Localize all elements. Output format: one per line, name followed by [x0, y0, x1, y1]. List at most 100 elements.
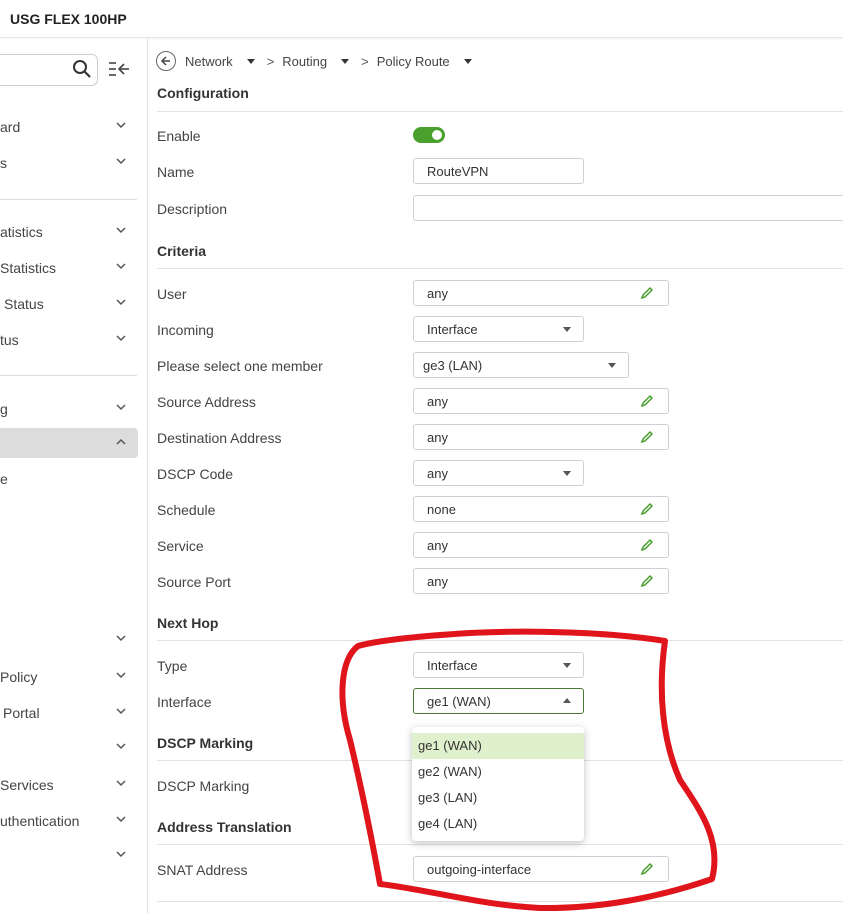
enable-label: Enable [157, 128, 201, 144]
source-address-field[interactable]: any [413, 388, 669, 414]
caret-down-icon[interactable] [463, 58, 472, 64]
divider [157, 268, 843, 269]
chevron-down-icon [116, 335, 126, 342]
divider [157, 640, 843, 641]
breadcrumb: Network > Routing > Policy Route [156, 49, 484, 73]
section-address-translation: Address Translation [157, 819, 292, 835]
sidebar-item-statistics-2[interactable]: Statistics [0, 253, 138, 283]
edit-pencil-icon[interactable] [640, 538, 654, 552]
chevron-down-icon [116, 743, 126, 750]
chevron-up-icon [116, 438, 126, 445]
divider [157, 901, 843, 902]
name-label: Name [157, 164, 195, 180]
dscp-marking-label: DSCP Marking [157, 778, 250, 794]
incoming-select[interactable]: Interface [413, 316, 584, 342]
breadcrumb-policy-route[interactable]: Policy Route [377, 54, 450, 69]
chevron-down-icon [116, 404, 126, 411]
section-next-hop: Next Hop [157, 615, 219, 631]
sidebar-item-dashboard[interactable]: ard [0, 112, 138, 142]
source-port-field[interactable]: any [413, 568, 669, 594]
top-bar: USG FLEX 100HP [0, 0, 843, 38]
chevron-down-icon [116, 780, 126, 787]
dscp-code-select[interactable]: any [413, 460, 584, 486]
edit-pencil-icon[interactable] [640, 430, 654, 444]
interface-select[interactable]: ge1 (WAN) [413, 688, 584, 714]
caret-down-icon [608, 363, 616, 368]
destination-address-label: Destination Address [157, 430, 282, 446]
edit-pencil-icon[interactable] [640, 574, 654, 588]
dscp-code-label: DSCP Code [157, 466, 234, 482]
caret-down-icon[interactable] [341, 58, 350, 64]
divider [157, 111, 843, 112]
user-field[interactable]: any [413, 280, 669, 306]
schedule-field[interactable]: none [413, 496, 669, 522]
sidebar-item-policy[interactable]: Policy [0, 662, 138, 692]
dropdown-option-ge3[interactable]: ge3 (LAN) [412, 785, 584, 811]
snat-address-field[interactable]: outgoing-interface [413, 856, 669, 882]
chevron-down-icon [116, 635, 126, 642]
section-dscp-marking: DSCP Marking [157, 735, 254, 751]
type-label: Type [157, 658, 188, 674]
sidebar-item-services[interactable]: Services [0, 770, 138, 800]
section-criteria: Criteria [157, 243, 207, 259]
sidebar-item-g[interactable]: g [0, 394, 138, 424]
sidebar-item-12[interactable] [0, 733, 138, 763]
member-label: Please select one member [157, 358, 323, 374]
app-title: USG FLEX 100HP [10, 11, 127, 27]
dropdown-option-ge2[interactable]: ge2 (WAN) [412, 759, 584, 785]
chevron-down-icon [116, 227, 126, 234]
caret-down-icon [563, 663, 571, 668]
description-field[interactable] [413, 195, 843, 221]
sidebar-item-authentication[interactable]: uthentication [0, 806, 138, 836]
edit-pencil-icon[interactable] [640, 862, 654, 876]
sidebar-subitem-e[interactable]: e [0, 464, 138, 494]
caret-down-icon[interactable] [246, 58, 255, 64]
schedule-label: Schedule [157, 502, 216, 518]
enable-toggle[interactable] [413, 127, 445, 143]
chevron-down-icon [116, 158, 126, 165]
description-label: Description [157, 201, 228, 217]
type-select[interactable]: Interface [413, 652, 584, 678]
chevron-down-icon [116, 708, 126, 715]
interface-label: Interface [157, 694, 212, 710]
sidebar-item-15[interactable] [0, 841, 138, 871]
sidebar-item-status[interactable]: Status [0, 289, 138, 319]
collapse-sidebar-icon[interactable] [108, 61, 130, 77]
name-field[interactable]: RouteVPN [413, 158, 584, 184]
sidebar-item-tus[interactable]: tus [0, 325, 138, 355]
sidebar-item-s[interactable]: s [0, 148, 138, 178]
chevron-down-icon [116, 851, 126, 858]
user-label: User [157, 286, 187, 302]
caret-down-icon [563, 471, 571, 476]
member-select[interactable]: ge3 (LAN) [413, 352, 629, 378]
edit-pencil-icon[interactable] [640, 286, 654, 300]
section-configuration: Configuration [157, 85, 249, 101]
breadcrumb-network[interactable]: Network [185, 54, 233, 69]
service-field[interactable]: any [413, 532, 669, 558]
chevron-down-icon [116, 672, 126, 679]
chevron-down-icon [116, 816, 126, 823]
incoming-label: Incoming [157, 322, 214, 338]
chevron-down-icon [116, 263, 126, 270]
chevron-down-icon [116, 122, 126, 129]
edit-pencil-icon[interactable] [640, 394, 654, 408]
caret-down-icon [563, 327, 571, 332]
search-icon[interactable] [72, 59, 92, 79]
sidebar-divider [0, 199, 137, 200]
service-label: Service [157, 538, 204, 554]
breadcrumb-separator: > [361, 53, 369, 69]
sidebar-item-active[interactable] [0, 428, 138, 458]
interface-dropdown-menu: ge1 (WAN) ge2 (WAN) ge3 (LAN) ge4 (LAN) [412, 727, 584, 841]
destination-address-field[interactable]: any [413, 424, 669, 450]
sidebar-item-portal[interactable]: Portal [0, 698, 138, 728]
back-arrow-icon[interactable] [156, 51, 176, 71]
sidebar: ard s atistics Statistics Status tus g e… [0, 39, 148, 914]
caret-up-icon [563, 698, 571, 703]
dropdown-option-ge1[interactable]: ge1 (WAN) [412, 733, 584, 759]
sidebar-divider [0, 375, 137, 376]
sidebar-item-9[interactable] [0, 625, 138, 655]
edit-pencil-icon[interactable] [640, 502, 654, 516]
breadcrumb-routing[interactable]: Routing [282, 54, 327, 69]
sidebar-item-statistics-1[interactable]: atistics [0, 217, 138, 247]
dropdown-option-ge4[interactable]: ge4 (LAN) [412, 811, 584, 837]
